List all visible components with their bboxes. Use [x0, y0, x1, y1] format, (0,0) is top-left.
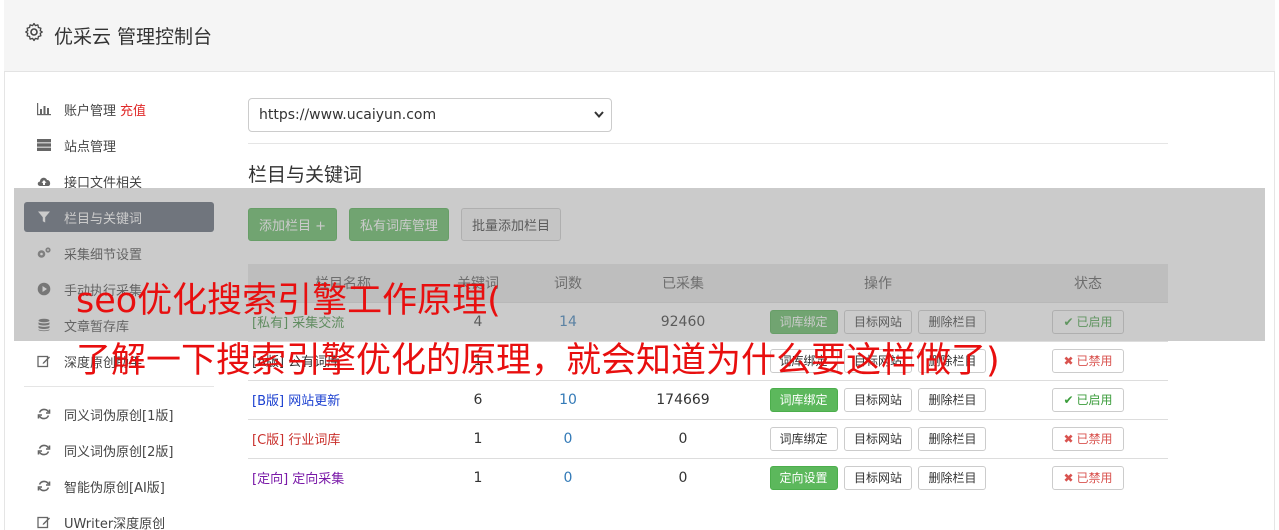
status-toggle[interactable]: ✖ 已禁用	[1052, 426, 1124, 451]
sidebar-item-label: 智能伪原创[AI版]	[64, 480, 165, 496]
status-toggle[interactable]: ✖ 已禁用	[1052, 465, 1124, 490]
collected-count: 0	[678, 469, 688, 486]
table-row: [定向] 定向采集 1 0 0 定向设置 目标网站 删除栏目 ✖ 已禁用	[248, 457, 1168, 497]
column-name-cell[interactable]: [B版] 网站更新	[248, 379, 438, 419]
keyword-count: 1	[473, 430, 483, 447]
sidebar-item-synonym-v1[interactable]: 同义词伪原创[1版]	[24, 399, 214, 429]
sidebar-item-sites[interactable]: 站点管理	[24, 130, 214, 160]
word-count-link[interactable]: 10	[559, 392, 577, 408]
bind-lib-button[interactable]: 词库绑定	[769, 426, 838, 451]
edit-icon	[36, 514, 52, 530]
target-site-button[interactable]: 目标网站	[843, 426, 912, 451]
site-select[interactable]: https://www.ucaiyun.com	[248, 98, 612, 132]
check-icon: ✔	[1063, 392, 1074, 407]
column-name[interactable]: [B版] 网站更新	[252, 394, 340, 409]
app-title: 优采云 管理控制台	[54, 26, 213, 48]
column-name-cell[interactable]: [C版] 行业词库	[248, 418, 438, 458]
status-toggle[interactable]: ✖ 已禁用	[1052, 348, 1124, 373]
word-count-cell: 0	[518, 457, 618, 497]
sidebar-item-label: 同义词伪原创[2版]	[64, 444, 174, 460]
site-select-value: https://www.ucaiyun.com	[259, 107, 437, 123]
close-icon: ✖	[1063, 431, 1074, 446]
actions-cell: 词库绑定 目标网站 删除栏目	[748, 379, 1008, 419]
status-label: 已禁用	[1076, 471, 1113, 486]
keyword-count-cell: 1	[438, 418, 518, 458]
status-label: 已启用	[1076, 393, 1113, 407]
target-site-button[interactable]: 目标网站	[843, 465, 912, 490]
keyword-count-cell: 1	[438, 457, 518, 497]
sidebar-item-label: 同义词伪原创[1版]	[64, 408, 174, 424]
refresh-icon	[36, 406, 52, 422]
main-content: https://www.ucaiyun.com 栏目与关键词 添加栏目 + 私有…	[248, 98, 1168, 497]
overlay-headline-line1: seo优化搜索引擎工作原理(	[76, 281, 501, 321]
column-name[interactable]: [C版] 行业词库	[252, 433, 340, 448]
cloud-upload-icon	[36, 173, 52, 189]
sidebar-item-account[interactable]: 账户管理 充值	[24, 94, 214, 124]
status-label: 已禁用	[1076, 354, 1113, 368]
column-name[interactable]: [定向] 定向采集	[252, 472, 344, 487]
word-count-link[interactable]: 0	[564, 470, 573, 486]
server-icon	[36, 137, 52, 153]
collected-cell: 174669	[618, 379, 748, 419]
close-icon: ✖	[1063, 470, 1074, 485]
status-cell: ✖ 已禁用	[1008, 340, 1168, 380]
table-row: [B版] 网站更新 6 10 174669 词库绑定 目标网站 删除栏目 ✔ 已…	[248, 379, 1168, 419]
gear-icon	[25, 22, 43, 42]
table-row: [C版] 行业词库 1 0 0 词库绑定 目标网站 删除栏目 ✖ 已禁用	[248, 418, 1168, 458]
sidebar-item-label: 账户管理	[64, 103, 117, 119]
header: 优采云 管理控制台	[4, 0, 1275, 72]
collected-cell: 0	[618, 418, 748, 458]
refresh-icon	[36, 442, 52, 458]
delete-column-button[interactable]: 删除栏目	[918, 387, 987, 412]
sidebar-item-label: 站点管理	[64, 139, 117, 155]
keyword-count: 1	[473, 469, 483, 486]
overlay-headline-line2: 了解一下搜索引擎优化的原理，就会知道为什么要这样做了)	[76, 341, 1000, 381]
refresh-icon	[36, 478, 52, 494]
status-cell: ✖ 已禁用	[1008, 418, 1168, 458]
sidebar-item-ai-rewrite[interactable]: 智能伪原创[AI版]	[24, 471, 214, 501]
keyword-count-cell: 6	[438, 379, 518, 419]
delete-column-button[interactable]: 删除栏目	[918, 426, 987, 451]
bind-lib-button[interactable]: 词库绑定	[769, 387, 838, 412]
collected-count: 0	[678, 430, 688, 447]
actions-cell: 定向设置 目标网站 删除栏目	[748, 457, 1008, 497]
chevron-down-icon	[593, 108, 605, 123]
status-toggle[interactable]: ✔ 已启用	[1052, 387, 1124, 412]
sidebar-divider	[24, 386, 214, 387]
collected-count: 174669	[656, 391, 710, 408]
status-cell: ✖ 已禁用	[1008, 457, 1168, 497]
actions-cell: 词库绑定 目标网站 删除栏目	[748, 418, 1008, 458]
sidebar-item-synonym-v2[interactable]: 同义词伪原创[2版]	[24, 435, 214, 465]
bar-chart-icon	[36, 101, 52, 117]
collected-cell: 0	[618, 457, 748, 497]
column-name-cell[interactable]: [定向] 定向采集	[248, 457, 438, 497]
word-count-link[interactable]: 0	[564, 431, 573, 447]
sidebar-item-label: UWriter深度原创	[64, 516, 166, 530]
target-site-button[interactable]: 目标网站	[843, 387, 912, 412]
edit-icon	[36, 353, 52, 369]
word-count-cell: 10	[518, 379, 618, 419]
section-title: 栏目与关键词	[248, 164, 363, 186]
close-icon: ✖	[1063, 353, 1074, 368]
bind-lib-button[interactable]: 定向设置	[769, 465, 838, 490]
status-label: 已禁用	[1076, 432, 1113, 446]
sidebar-item-uwriter[interactable]: UWriter深度原创	[24, 507, 214, 530]
recharge-link[interactable]: 充值	[120, 100, 146, 119]
keyword-count: 6	[473, 391, 483, 408]
status-cell: ✔ 已启用	[1008, 379, 1168, 419]
delete-column-button[interactable]: 删除栏目	[918, 465, 987, 490]
divider	[248, 143, 1168, 144]
word-count-cell: 0	[518, 418, 618, 458]
